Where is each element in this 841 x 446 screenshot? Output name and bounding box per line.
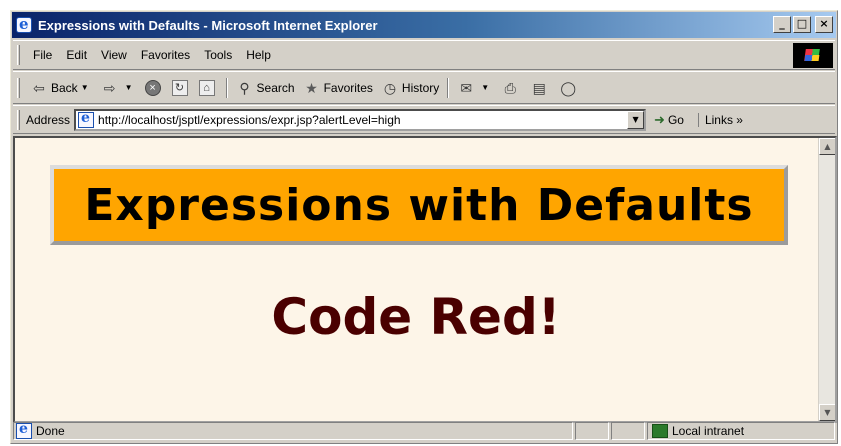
history-icon: ◷ bbox=[383, 79, 397, 96]
menu-grip[interactable] bbox=[17, 45, 20, 65]
vertical-scrollbar[interactable]: ▲ ▼ bbox=[818, 138, 835, 421]
ie-logo-icon bbox=[16, 15, 32, 33]
toolbar-separator bbox=[225, 77, 228, 98]
address-input[interactable]: http://localhost/jsptl/expressions/expr.… bbox=[74, 108, 647, 131]
menu-favorites[interactable]: Favorites bbox=[134, 48, 197, 62]
edit-button[interactable]: ▤ bbox=[526, 76, 555, 100]
page-content: Expressions with Defaults Code Red! ▲ ▼ bbox=[13, 136, 837, 423]
status-bar: Done Local intranet bbox=[13, 421, 835, 441]
scroll-up-icon[interactable]: ▲ bbox=[819, 138, 835, 155]
forward-arrow-icon: ⇨ bbox=[103, 79, 116, 96]
refresh-button[interactable]: ↻ bbox=[168, 76, 195, 100]
page-heading: Expressions with Defaults bbox=[84, 179, 754, 231]
history-label: History bbox=[401, 80, 440, 95]
browser-window: Expressions with Defaults - Microsoft In… bbox=[10, 10, 838, 444]
windows-logo-icon bbox=[793, 43, 833, 68]
discuss-button[interactable]: ◯ bbox=[555, 76, 584, 100]
scroll-down-icon[interactable]: ▼ bbox=[819, 404, 835, 421]
search-button[interactable]: ⚲ Search bbox=[232, 76, 299, 100]
menu-bar: File Edit View Favorites Tools Help bbox=[13, 40, 835, 70]
toolbar-separator bbox=[447, 77, 450, 98]
page-icon bbox=[78, 110, 95, 128]
mail-icon: ✉ bbox=[460, 79, 473, 96]
favorites-button[interactable]: ★ Favorites bbox=[299, 76, 377, 100]
intranet-icon bbox=[652, 424, 668, 438]
forward-dropdown-icon[interactable]: ▼ bbox=[125, 83, 133, 92]
menu-tools[interactable]: Tools bbox=[197, 48, 239, 62]
discuss-icon: ◯ bbox=[560, 79, 577, 96]
zone-label: Local intranet bbox=[672, 424, 745, 438]
back-arrow-icon: ⇦ bbox=[33, 79, 45, 96]
menu-file[interactable]: File bbox=[26, 48, 59, 62]
back-label: Back bbox=[51, 80, 78, 95]
address-grip[interactable] bbox=[17, 109, 20, 130]
status-main: Done bbox=[13, 421, 573, 440]
refresh-icon: ↻ bbox=[171, 79, 188, 96]
search-label: Search bbox=[256, 80, 295, 95]
back-dropdown-icon[interactable]: ▼ bbox=[81, 83, 89, 92]
home-icon: ⌂ bbox=[198, 79, 215, 96]
stop-button[interactable]: × bbox=[141, 76, 168, 100]
status-text: Done bbox=[36, 424, 65, 438]
menu-help[interactable]: Help bbox=[239, 48, 278, 62]
close-button[interactable]: × bbox=[815, 16, 833, 33]
status-pane bbox=[611, 422, 645, 440]
mail-button[interactable]: ✉ ▼ bbox=[453, 76, 497, 100]
status-pane bbox=[575, 422, 609, 440]
go-label: Go bbox=[667, 112, 684, 127]
title-bar[interactable]: Expressions with Defaults - Microsoft In… bbox=[12, 12, 836, 38]
menu-edit[interactable]: Edit bbox=[59, 48, 94, 62]
heading-box: Expressions with Defaults bbox=[50, 165, 788, 245]
go-arrow-icon: ➜ bbox=[654, 111, 665, 127]
back-button[interactable]: ⇦ Back ▼ bbox=[26, 76, 97, 100]
search-icon: ⚲ bbox=[239, 79, 250, 96]
standard-toolbar: ⇦ Back ▼ ⇨ ▼ × ↻ ⌂ ⚲ Search ★ Favorites … bbox=[13, 71, 835, 104]
address-label: Address bbox=[26, 112, 71, 127]
alert-text: Code Red! bbox=[271, 288, 561, 346]
security-zone[interactable]: Local intranet bbox=[647, 422, 835, 440]
stop-icon: × bbox=[144, 79, 161, 96]
printer-icon: ⎙ bbox=[504, 79, 516, 96]
maximize-button[interactable]: □ bbox=[793, 16, 811, 33]
mail-dropdown-icon[interactable]: ▼ bbox=[481, 83, 489, 92]
forward-button[interactable]: ⇨ ▼ bbox=[97, 76, 141, 100]
history-button[interactable]: ◷ History bbox=[377, 76, 443, 100]
favorites-label: Favorites bbox=[323, 80, 373, 95]
address-url[interactable]: http://localhost/jsptl/expressions/expr.… bbox=[98, 113, 401, 127]
address-dropdown-icon[interactable]: ▼ bbox=[627, 110, 645, 129]
favorites-icon: ★ bbox=[305, 79, 318, 96]
toolbar-grip[interactable] bbox=[17, 77, 20, 98]
edit-document-icon: ▤ bbox=[532, 79, 546, 96]
window-controls: _ □ × bbox=[773, 16, 833, 33]
page-status-icon bbox=[16, 421, 32, 439]
menu-view[interactable]: View bbox=[94, 48, 134, 62]
minimize-button[interactable]: _ bbox=[773, 16, 791, 33]
links-button[interactable]: Links » bbox=[697, 112, 743, 127]
address-bar: Address http://localhost/jsptl/expressio… bbox=[13, 105, 835, 134]
home-button[interactable]: ⌂ bbox=[195, 76, 222, 100]
go-button[interactable]: ➜ Go bbox=[654, 112, 684, 128]
window-title: Expressions with Defaults - Microsoft In… bbox=[38, 17, 378, 33]
print-button[interactable]: ⎙ bbox=[497, 76, 526, 100]
